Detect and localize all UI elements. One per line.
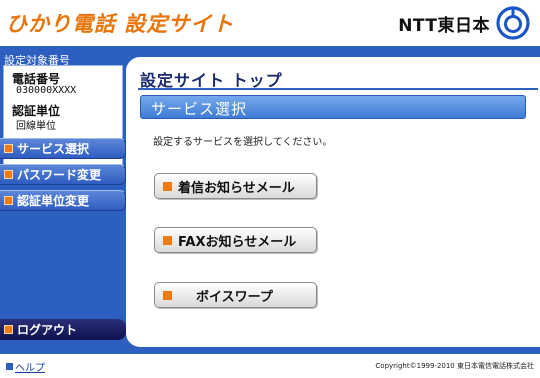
sidebar-item-label: 認証単位変更	[17, 194, 90, 208]
section-header: サービス選択	[140, 95, 526, 119]
orange-square-icon	[4, 196, 13, 205]
ntt-logo-icon	[496, 6, 530, 40]
fax-mail-notice-button[interactable]: FAXお知らせメール	[154, 227, 317, 253]
brand: NTT東日本	[398, 6, 530, 40]
sidebar-item-label: パスワード変更	[17, 168, 102, 182]
sidebar-item-password-change[interactable]: パスワード変更	[0, 164, 126, 185]
orange-square-icon	[163, 290, 172, 300]
copyright-text: Copyright©1999-2010 東日本電信電話株式会社	[375, 362, 534, 370]
orange-square-icon	[163, 181, 172, 191]
sidebar: 設定対象番号 電話番号 030000XXXX 認証単位 回線単位 サービス選択 …	[0, 46, 126, 354]
service-label: ボイスワープ	[196, 289, 273, 305]
app-title: ひかり電話 設定サイト	[6, 12, 235, 36]
sidebar-item-service-select[interactable]: サービス選択	[0, 138, 126, 159]
incoming-mail-notice-button[interactable]: 着信お知らせメール	[154, 173, 317, 199]
phone-value: 030000XXXX	[16, 85, 77, 96]
brand-text: NTT東日本	[398, 15, 490, 36]
sidebar-item-label: サービス選択	[17, 142, 90, 156]
help-link[interactable]: ヘルプ	[6, 359, 45, 374]
orange-square-icon	[163, 235, 172, 245]
auth-value: 回線単位	[16, 121, 56, 132]
section-title: サービス選択	[151, 100, 248, 118]
orange-square-icon	[4, 325, 13, 334]
logout-button[interactable]: ログアウト	[0, 319, 126, 340]
service-label: FAXお知らせメール	[178, 234, 297, 250]
logout-label: ログアウト	[17, 323, 78, 337]
voice-warp-button[interactable]: ボイスワープ	[154, 282, 317, 308]
blue-square-icon	[6, 363, 13, 370]
title-divider	[138, 88, 538, 90]
orange-square-icon	[4, 170, 13, 179]
instruction-text: 設定するサービスを選択してください。	[153, 137, 333, 148]
header: ひかり電話 設定サイト NTT東日本	[0, 0, 540, 46]
service-label: 着信お知らせメール	[178, 180, 295, 196]
help-label: ヘルプ	[15, 363, 45, 374]
main-panel: 設定サイト トップ サービス選択 設定するサービスを選択してください。 着信お知…	[126, 57, 540, 347]
sidebar-item-auth-unit-change[interactable]: 認証単位変更	[0, 190, 126, 211]
orange-square-icon	[4, 144, 13, 153]
